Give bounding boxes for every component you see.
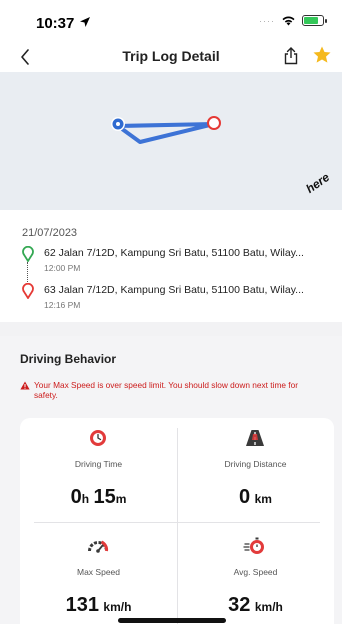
stat-value: 32 km/h [228, 594, 283, 616]
start-time: 12:00 PM [44, 263, 81, 273]
end-time: 12:16 PM [44, 300, 81, 310]
status-time: 10:37 [36, 15, 75, 32]
stat-label: Driving Distance [224, 459, 287, 469]
stat-driving-distance: Driving Distance 0 km [177, 418, 334, 526]
end-marker [207, 116, 221, 130]
end-pin-icon [22, 283, 34, 299]
route-map[interactable]: here [0, 72, 342, 210]
stats-card: Driving Time 0h 15m Driving Distance 0 k… [20, 418, 334, 624]
stat-avg-speed: Avg. Speed 32 km/h [177, 526, 334, 624]
status-indicators: ···· [259, 15, 327, 26]
cellular-signal-icon: ···· [259, 15, 275, 26]
clock-icon [90, 430, 106, 446]
stat-label: Driving Time [74, 459, 123, 469]
speedometer-icon [88, 540, 109, 553]
stat-value: 0h 15m [70, 486, 127, 508]
wifi-icon [282, 16, 295, 26]
route-path [116, 122, 216, 144]
route-connector [27, 262, 28, 282]
stat-label: Avg. Speed [233, 567, 278, 577]
location-arrow-icon [80, 17, 90, 27]
stat-value: 0 km [239, 486, 272, 508]
star-icon[interactable] [312, 45, 332, 65]
stat-max-speed: Max Speed 131 km/h [20, 526, 177, 624]
stat-value: 131 km/h [65, 594, 132, 616]
road-icon [246, 430, 264, 446]
home-indicator[interactable] [118, 618, 226, 623]
warning-triangle-icon [20, 381, 30, 390]
driving-behavior-section: Driving Behavior Your Max Speed is over … [0, 336, 342, 624]
status-bar: 10:37 ···· [0, 0, 342, 44]
trip-date: 21/07/2023 [22, 227, 78, 239]
battery-icon [302, 15, 327, 26]
section-title: Driving Behavior [20, 352, 117, 366]
start-marker [111, 117, 125, 131]
start-address: 62 Jalan 7/12D, Kampung Sri Batu, 51100 … [44, 247, 304, 259]
section-divider [0, 322, 342, 336]
end-address: 63 Jalan 7/12D, Kampung Sri Batu, 51100 … [44, 284, 304, 296]
start-pin-icon [22, 246, 34, 262]
stat-label: Max Speed [77, 567, 120, 577]
trip-info: 21/07/2023 62 Jalan 7/12D, Kampung Sri B… [0, 210, 342, 322]
stopwatch-icon [243, 537, 264, 554]
navigation-bar: Trip Log Detail [0, 44, 342, 72]
stat-driving-time: Driving Time 0h 15m [20, 418, 177, 526]
share-icon[interactable] [282, 46, 300, 66]
warning-text: Your Max Speed is over speed limit. You … [34, 380, 298, 400]
